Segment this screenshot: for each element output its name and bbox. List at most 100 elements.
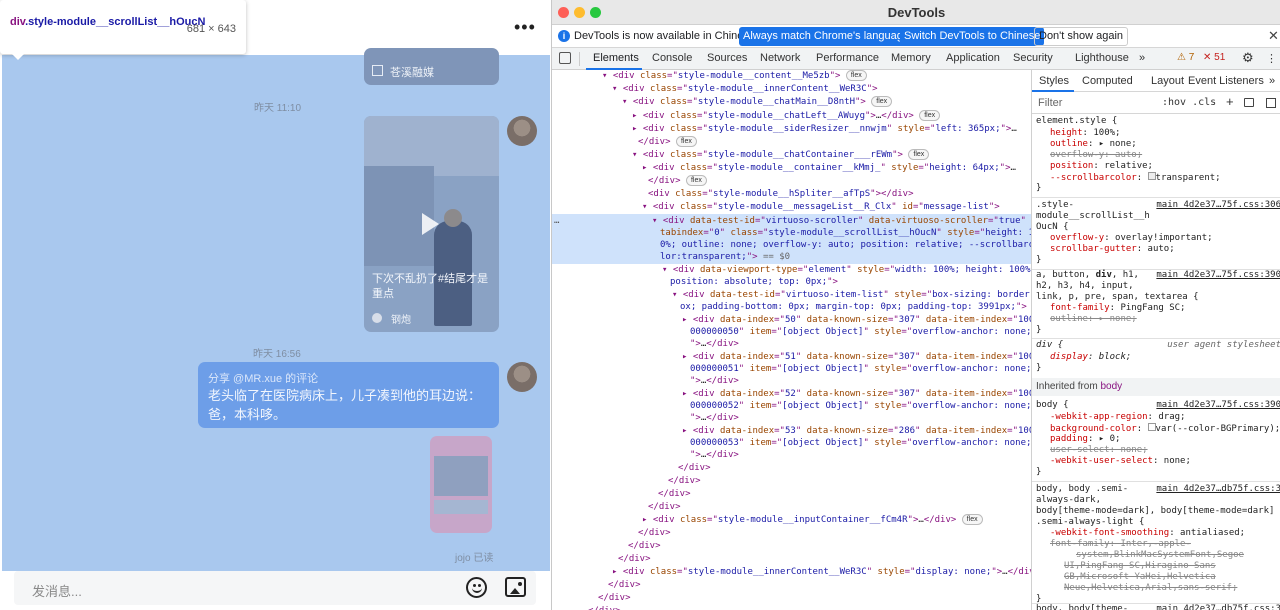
css-declaration[interactable]: background-color: var(--color-BGPrimary)…: [1050, 423, 1280, 434]
css-declaration[interactable]: -webkit-font-smoothing: antialiased;: [1050, 528, 1245, 539]
rule-source-link[interactable]: main_4d2e37…db75f.css:3: [1156, 484, 1280, 495]
tab-layout[interactable]: Layout: [1151, 75, 1184, 87]
message-input[interactable]: 发消息...: [14, 571, 536, 605]
computed-toggle-icon[interactable]: [1244, 98, 1254, 107]
dom-node[interactable]: 000000052" item="[object Object]" style=…: [690, 400, 1031, 412]
css-declaration[interactable]: position: relative;: [1050, 161, 1153, 172]
dom-node[interactable]: ▸ <div class="style-module__siderResizer…: [632, 123, 1017, 135]
dom-node[interactable]: ▾ <div class="style-module__innerContent…: [612, 83, 878, 95]
tab-console[interactable]: Console: [652, 52, 692, 64]
css-declaration[interactable]: height: 100%;: [1050, 128, 1120, 139]
dom-node[interactable]: 000000051" item="[object Object]" style=…: [690, 363, 1031, 375]
dom-node[interactable]: </div>: [628, 540, 661, 552]
avatar[interactable]: [507, 116, 537, 146]
dom-node-selected[interactable]: tabindex="0" class="style-module__scroll…: [660, 227, 1031, 239]
dom-node[interactable]: </div>: [588, 605, 621, 610]
tab-memory[interactable]: Memory: [891, 52, 931, 64]
dom-node[interactable]: </div>: [668, 475, 701, 487]
dom-node[interactable]: ▸ <div class="style-module__inputContain…: [642, 514, 983, 526]
dom-node[interactable]: ▸ <div data-index="50" data-known-size="…: [682, 314, 1031, 326]
tab-computed[interactable]: Computed: [1082, 75, 1133, 87]
dom-node[interactable]: position: absolute; top: 0px;">: [670, 276, 838, 288]
styles-filter[interactable]: Filter :hov .cls +: [1032, 92, 1280, 114]
dom-node[interactable]: </div>: [678, 462, 711, 474]
inherited-tag[interactable]: body: [1100, 381, 1122, 392]
dom-node[interactable]: </div>: [648, 501, 681, 513]
dom-node[interactable]: ▸ <div class="style-module__chatLeft__AW…: [632, 110, 941, 122]
css-declaration[interactable]: -webkit-app-region: drag;: [1050, 412, 1185, 423]
rule-source-link[interactable]: main_4d2e37…db75f.css:3: [1156, 604, 1280, 610]
dom-node[interactable]: ▾ <div data-test-id="virtuoso-item-list"…: [672, 289, 1031, 301]
dom-node-selected[interactable]: lor:transparent;"> == $0: [660, 251, 790, 263]
rule-source-link[interactable]: main_4d2e37…75f.css:390: [1156, 400, 1280, 411]
customize-menu-icon[interactable]: ⋮: [1266, 52, 1277, 65]
dom-node[interactable]: </div> flex: [648, 175, 707, 187]
dom-node[interactable]: ">…</div>: [690, 375, 739, 387]
css-declaration[interactable]: scrollbar-gutter: auto;: [1050, 244, 1175, 255]
css-declaration[interactable]: outline: ▸ none;: [1050, 314, 1137, 325]
dom-node[interactable]: </div>: [608, 579, 641, 591]
dom-node[interactable]: </div> flex: [638, 136, 697, 148]
rule-source-link[interactable]: main_4d2e37…75f.css:306: [1156, 200, 1280, 211]
dom-node[interactable]: 000000053" item="[object Object]" style=…: [690, 437, 1031, 449]
dom-node[interactable]: ▸ <div data-index="52" data-known-size="…: [682, 388, 1031, 400]
more-tabs-icon[interactable]: »: [1269, 75, 1275, 87]
dont-show-again-button[interactable]: Don't show again: [1034, 27, 1129, 46]
tab-styles[interactable]: Styles: [1039, 75, 1069, 87]
avatar[interactable]: [507, 362, 537, 392]
close-icon[interactable]: ✕: [1268, 28, 1279, 44]
image-upload-icon[interactable]: [505, 577, 526, 597]
node-actions-icon[interactable]: …: [554, 215, 559, 227]
dom-node[interactable]: ">…</div>: [690, 338, 739, 350]
more-icon[interactable]: •••: [514, 17, 536, 38]
emoji-icon[interactable]: [466, 577, 487, 598]
tab-security[interactable]: Security: [1013, 52, 1053, 64]
sidebar-toggle-icon[interactable]: [1266, 98, 1276, 108]
dom-node[interactable]: ">…</div>: [690, 412, 739, 424]
dom-node[interactable]: <div class="style-module__hSpliter__afTp…: [648, 188, 914, 200]
dom-node[interactable]: ▾ <div class="style-module__chatMain__D8…: [622, 96, 893, 108]
video-message[interactable]: 下次不乱扔了#结尾才是重点 钢炮: [364, 116, 499, 332]
dom-node[interactable]: ">…</div>: [690, 449, 739, 461]
dom-node[interactable]: ▾ <div data-viewport-type="element" styl…: [662, 264, 1031, 276]
css-declaration[interactable]: overflow-y: auto;: [1050, 150, 1142, 161]
rule-source-link[interactable]: main_4d2e37…75f.css:390: [1156, 270, 1280, 281]
switch-chinese-button[interactable]: Switch DevTools to Chinese: [900, 27, 1045, 46]
dom-node[interactable]: ▾ <div class="style-module__chatContaine…: [632, 149, 930, 161]
dom-node[interactable]: </div>: [618, 553, 651, 565]
dom-node[interactable]: </div>: [598, 592, 631, 604]
dom-node[interactable]: ox; padding-bottom: 0px; margin-top: 0px…: [680, 301, 1027, 313]
image-message[interactable]: [430, 436, 492, 533]
play-icon[interactable]: [422, 213, 439, 235]
css-declaration[interactable]: -webkit-user-select: none;: [1050, 456, 1191, 467]
inspect-element-icon[interactable]: [559, 52, 571, 64]
image-card-top[interactable]: 苍溪融媒: [364, 48, 499, 85]
dom-node[interactable]: </div>: [638, 527, 671, 539]
match-language-button[interactable]: Always match Chrome's language: [739, 27, 913, 46]
dom-node[interactable]: ▸ <div class="style-module__container__k…: [642, 162, 1016, 174]
error-badge[interactable]: ✕ 51: [1203, 52, 1225, 63]
dom-node[interactable]: ▸ <div data-index="51" data-known-size="…: [682, 351, 1031, 363]
dom-node[interactable]: </div>: [658, 488, 691, 500]
dom-node-selected[interactable]: 0%; outline: none; overflow-y: auto; pos…: [660, 239, 1031, 251]
css-declaration[interactable]: outline: ▸ none;: [1050, 139, 1137, 150]
css-declaration[interactable]: font-family: Inter,-apple-: [1050, 539, 1191, 550]
tab-application[interactable]: Application: [946, 52, 1000, 64]
css-declaration[interactable]: user-select: none;: [1050, 445, 1148, 456]
settings-icon[interactable]: ⚙: [1242, 50, 1254, 66]
css-declaration[interactable]: padding: ▸ 0;: [1050, 434, 1120, 445]
tab-network[interactable]: Network: [760, 52, 800, 64]
tab-lighthouse[interactable]: Lighthouse: [1075, 52, 1129, 64]
dom-node-selected[interactable]: ▾ <div data-test-id="virtuoso-scroller" …: [652, 215, 1026, 227]
dom-node[interactable]: ▸ <div data-index="53" data-known-size="…: [682, 425, 1031, 437]
hov-cls-toggles[interactable]: :hov .cls: [1162, 97, 1216, 108]
warning-badge[interactable]: ⚠ 7: [1177, 52, 1194, 63]
css-declaration[interactable]: overflow-y: overlay!important;: [1050, 233, 1213, 244]
tab-performance[interactable]: Performance: [816, 52, 879, 64]
tab-sources[interactable]: Sources: [707, 52, 747, 64]
dom-node[interactable]: ▾ <div class="style-module__messageList_…: [642, 201, 1000, 213]
tab-elements[interactable]: Elements: [593, 52, 639, 64]
tab-event-listeners[interactable]: Event Listeners: [1188, 75, 1264, 87]
dom-node[interactable]: ▾ <div class="style-module__content__Me5…: [602, 70, 867, 82]
add-rule-icon[interactable]: +: [1226, 94, 1234, 109]
